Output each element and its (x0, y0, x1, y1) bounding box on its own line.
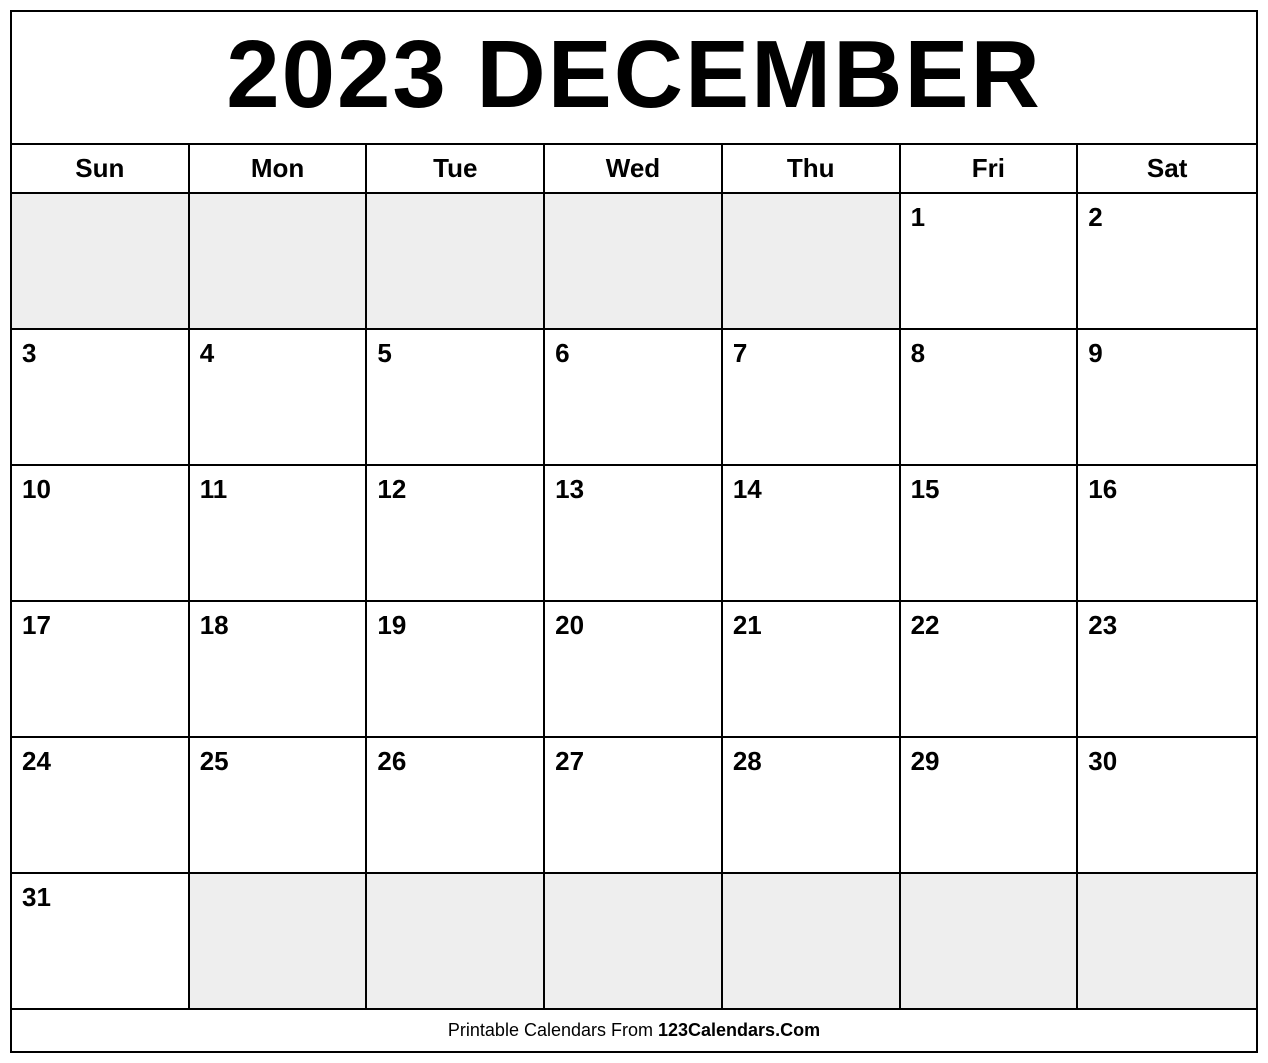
day-cell: 1 (901, 194, 1079, 328)
calendar: 2023 DECEMBER SunMonTueWedThuFriSat 1234… (10, 10, 1258, 1053)
footer-brand: 123Calendars.Com (658, 1020, 820, 1040)
footer-text: Printable Calendars From (448, 1020, 658, 1040)
day-header-mon: Mon (190, 145, 368, 192)
day-number: 2 (1088, 202, 1102, 232)
week-row-1: 12 (12, 194, 1256, 330)
day-cell (190, 194, 368, 328)
week-row-3: 10 11 12 13 14 15 16 (12, 466, 1256, 602)
day-number: 3 (22, 338, 36, 368)
day-number: 10 (22, 474, 51, 504)
day-number: 30 (1088, 746, 1117, 776)
day-cell: 31 (12, 874, 190, 1008)
day-number: 21 (733, 610, 762, 640)
day-number: 9 (1088, 338, 1102, 368)
day-number: 5 (377, 338, 391, 368)
day-number: 1 (911, 202, 925, 232)
day-number: 23 (1088, 610, 1117, 640)
day-cell (1078, 874, 1256, 1008)
day-number: 25 (200, 746, 229, 776)
day-cell (545, 194, 723, 328)
day-cell: 9 (1078, 330, 1256, 464)
day-header-sat: Sat (1078, 145, 1256, 192)
day-cell: 30 (1078, 738, 1256, 872)
day-header-tue: Tue (367, 145, 545, 192)
day-cell: 14 (723, 466, 901, 600)
day-number: 15 (911, 474, 940, 504)
day-cell: 3 (12, 330, 190, 464)
day-cell: 22 (901, 602, 1079, 736)
day-cell: 6 (545, 330, 723, 464)
day-number: 16 (1088, 474, 1117, 504)
day-cell: 2 (1078, 194, 1256, 328)
day-number: 14 (733, 474, 762, 504)
day-cell: 18 (190, 602, 368, 736)
day-number: 11 (200, 474, 228, 504)
day-cell: 28 (723, 738, 901, 872)
weeks-container: 1234567891011121314151617181920212223242… (12, 194, 1256, 1008)
day-number: 29 (911, 746, 940, 776)
day-number: 31 (22, 882, 51, 912)
calendar-footer: Printable Calendars From 123Calendars.Co… (12, 1008, 1256, 1051)
day-number: 27 (555, 746, 584, 776)
day-cell (367, 874, 545, 1008)
week-row-6: 31 (12, 874, 1256, 1008)
day-cell (190, 874, 368, 1008)
day-cell: 7 (723, 330, 901, 464)
day-header-thu: Thu (723, 145, 901, 192)
day-header-fri: Fri (901, 145, 1079, 192)
day-cell: 19 (367, 602, 545, 736)
day-cell: 24 (12, 738, 190, 872)
day-cell: 17 (12, 602, 190, 736)
calendar-title: 2023 DECEMBER (12, 12, 1256, 145)
day-cell (12, 194, 190, 328)
day-number: 19 (377, 610, 406, 640)
day-header-sun: Sun (12, 145, 190, 192)
day-number: 8 (911, 338, 925, 368)
day-cell: 27 (545, 738, 723, 872)
day-cell: 5 (367, 330, 545, 464)
day-cell: 4 (190, 330, 368, 464)
day-cell: 10 (12, 466, 190, 600)
day-cell: 16 (1078, 466, 1256, 600)
day-cell (367, 194, 545, 328)
day-cell: 12 (367, 466, 545, 600)
day-cell: 26 (367, 738, 545, 872)
day-number: 24 (22, 746, 51, 776)
week-row-2: 3 4 5 6 7 8 9 (12, 330, 1256, 466)
day-number: 6 (555, 338, 569, 368)
day-cell: 23 (1078, 602, 1256, 736)
day-number: 22 (911, 610, 940, 640)
day-number: 18 (200, 610, 229, 640)
day-cell (545, 874, 723, 1008)
day-cell (723, 194, 901, 328)
day-cell: 13 (545, 466, 723, 600)
day-cell: 11 (190, 466, 368, 600)
day-cell: 21 (723, 602, 901, 736)
day-cell (901, 874, 1079, 1008)
day-number: 13 (555, 474, 584, 504)
day-number: 17 (22, 610, 51, 640)
day-cell: 29 (901, 738, 1079, 872)
day-number: 26 (377, 746, 406, 776)
day-cell: 8 (901, 330, 1079, 464)
day-headers: SunMonTueWedThuFriSat (12, 145, 1256, 194)
day-number: 28 (733, 746, 762, 776)
day-cell (723, 874, 901, 1008)
week-row-4: 17 18 19 20 21 22 23 (12, 602, 1256, 738)
day-number: 12 (377, 474, 406, 504)
calendar-grid: SunMonTueWedThuFriSat 123456789101112131… (12, 145, 1256, 1008)
day-cell: 15 (901, 466, 1079, 600)
day-number: 20 (555, 610, 584, 640)
day-number: 7 (733, 338, 747, 368)
day-header-wed: Wed (545, 145, 723, 192)
day-number: 4 (200, 338, 214, 368)
day-cell: 25 (190, 738, 368, 872)
week-row-5: 24 25 26 27 28 29 30 (12, 738, 1256, 874)
day-cell: 20 (545, 602, 723, 736)
